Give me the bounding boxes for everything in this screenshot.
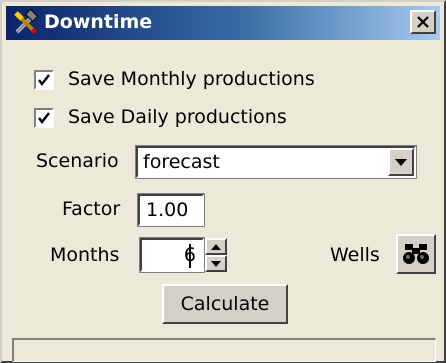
wells-button[interactable] bbox=[396, 234, 436, 274]
save-daily-label: Save Daily productions bbox=[68, 106, 287, 128]
scenario-dropdown[interactable]: forecast bbox=[135, 145, 417, 179]
chevron-down-icon bbox=[395, 159, 407, 166]
save-monthly-label: Save Monthly productions bbox=[68, 68, 315, 90]
checkmark-icon bbox=[38, 74, 50, 86]
text-cursor bbox=[189, 244, 191, 268]
status-bar bbox=[12, 338, 436, 362]
factor-input[interactable]: 1.00 bbox=[137, 193, 205, 227]
months-spinner[interactable] bbox=[205, 238, 227, 272]
scenario-dropdown-button[interactable] bbox=[388, 148, 414, 176]
months-decrement-button[interactable] bbox=[205, 255, 227, 272]
months-input[interactable]: 6 bbox=[139, 237, 205, 273]
factor-value: 1.00 bbox=[146, 199, 189, 221]
calculate-button[interactable]: Calculate bbox=[162, 284, 288, 324]
window-title: Downtime bbox=[44, 11, 153, 33]
calculate-button-label: Calculate bbox=[180, 293, 270, 315]
binoculars-icon bbox=[403, 244, 429, 264]
months-label: Months bbox=[50, 244, 120, 266]
save-monthly-checkbox[interactable] bbox=[34, 70, 54, 90]
chevron-up-icon bbox=[211, 244, 221, 250]
tools-icon bbox=[12, 8, 40, 37]
wells-label: Wells bbox=[330, 244, 380, 266]
scenario-value: forecast bbox=[143, 151, 220, 173]
close-button[interactable] bbox=[410, 10, 436, 34]
factor-label: Factor bbox=[62, 198, 121, 220]
title-bar[interactable]: Downtime bbox=[6, 6, 440, 40]
save-daily-checkbox[interactable] bbox=[34, 108, 54, 128]
scenario-label: Scenario bbox=[36, 150, 119, 172]
checkmark-icon bbox=[38, 112, 50, 124]
close-icon bbox=[417, 16, 429, 28]
months-increment-button[interactable] bbox=[205, 238, 227, 255]
chevron-down-icon bbox=[211, 261, 221, 267]
downtime-dialog: Downtime Save Monthly productions Save D… bbox=[0, 0, 446, 363]
